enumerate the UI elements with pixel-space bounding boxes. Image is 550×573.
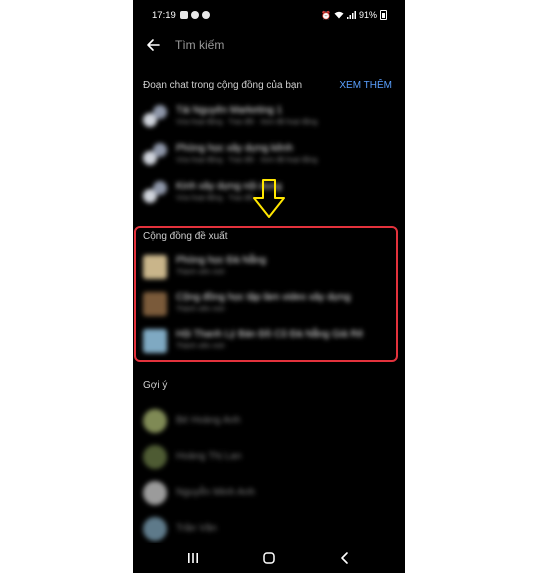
gallery-icon (180, 11, 188, 19)
community-avatar (143, 255, 167, 279)
battery-icon (380, 10, 387, 20)
phone-screen: 17:19 ⏰ 91% Đoạn chat trong cộng đồng củ… (133, 0, 405, 573)
chat-subtitle: Vừa hoạt động · Trao đổi · Xem đã hoạt đ… (176, 157, 318, 164)
chat-title: Tài Nguyên Marketing 1 (176, 105, 283, 116)
suggestions-title: Gợi ý (143, 380, 168, 391)
avatar (143, 409, 167, 433)
community-avatar (143, 292, 167, 316)
home-icon[interactable] (259, 550, 279, 566)
navigation-bar (133, 543, 405, 573)
status-time: 17:19 (152, 10, 176, 21)
facebook-icon (191, 11, 199, 19)
community-subtitle: Thành viên mới (176, 343, 225, 350)
signal-icon (346, 11, 356, 19)
suggestion-item[interactable]: Bé Hoàng Anh (143, 406, 398, 436)
community-chat-item[interactable]: Tài Nguyên Marketing 1 Vừa hoạt động · T… (143, 102, 398, 132)
suggestion-name: Trần Văn (176, 523, 217, 534)
community-subtitle: Thành viên mới (176, 269, 225, 276)
messenger-icon (202, 11, 210, 19)
group-avatar (143, 181, 167, 205)
chat-title: Phòng học xây dựng kênh (176, 143, 293, 154)
community-avatar (143, 329, 167, 353)
suggestion-item[interactable]: Nguyễn Minh Anh (143, 478, 398, 508)
avatar (143, 445, 167, 469)
recents-icon[interactable] (183, 550, 203, 566)
alarm-icon: ⏰ (321, 10, 331, 20)
battery-percent: 91% (358, 10, 377, 20)
chat-subtitle: Vừa hoạt động · Trao đổi (176, 195, 254, 202)
suggestion-item[interactable]: Trần Văn (143, 514, 398, 544)
group-avatar (143, 105, 167, 129)
avatar (143, 481, 167, 505)
community-subtitle: Thành viên mới (176, 306, 225, 313)
down-arrow-annotation-icon (253, 179, 285, 218)
community-chats-title: Đoạn chat trong cộng đồng của bạn (143, 80, 303, 91)
suggested-community-item[interactable]: Cộng đồng học tập làm video xây dựng Thà… (143, 289, 398, 319)
back-nav-icon[interactable] (335, 550, 355, 566)
suggestion-name: Bé Hoàng Anh (176, 415, 241, 426)
suggested-community-item[interactable]: Hội Thanh Lý Bán Đồ Cũ Đà Nẵng Giá Rẻ Th… (143, 326, 398, 356)
avatar (143, 517, 167, 541)
status-bar: 17:19 ⏰ 91% (133, 0, 405, 30)
see-more-link[interactable]: XEM THÊM (339, 80, 392, 91)
community-title: Cộng đồng học tập làm video xây dựng (176, 292, 351, 303)
group-avatar (143, 143, 167, 167)
chat-subtitle: Vừa hoạt động · Trao đổi · Xem đã hoạt đ… (176, 119, 318, 126)
suggested-communities-title: Cộng đồng đề xuất (143, 231, 228, 242)
community-chat-item[interactable]: Phòng học xây dựng kênh Vừa hoạt động · … (143, 140, 398, 170)
system-icons: ⏰ 91% (321, 10, 387, 20)
community-title: Hội Thanh Lý Bán Đồ Cũ Đà Nẵng Giá Rẻ (176, 329, 364, 340)
arrow-left-icon[interactable] (143, 35, 163, 55)
suggested-community-item[interactable]: Phòng học Đà Nẵng Thành viên mới (143, 252, 398, 282)
search-header (133, 30, 405, 60)
suggestion-name: Hoàng Thị Lan (176, 451, 242, 462)
community-title: Phòng học Đà Nẵng (176, 255, 267, 266)
suggestion-item[interactable]: Hoàng Thị Lan (143, 442, 398, 472)
notification-icons (180, 11, 210, 19)
wifi-icon (334, 11, 344, 19)
suggestion-name: Nguyễn Minh Anh (176, 487, 255, 498)
search-input[interactable] (175, 35, 375, 55)
